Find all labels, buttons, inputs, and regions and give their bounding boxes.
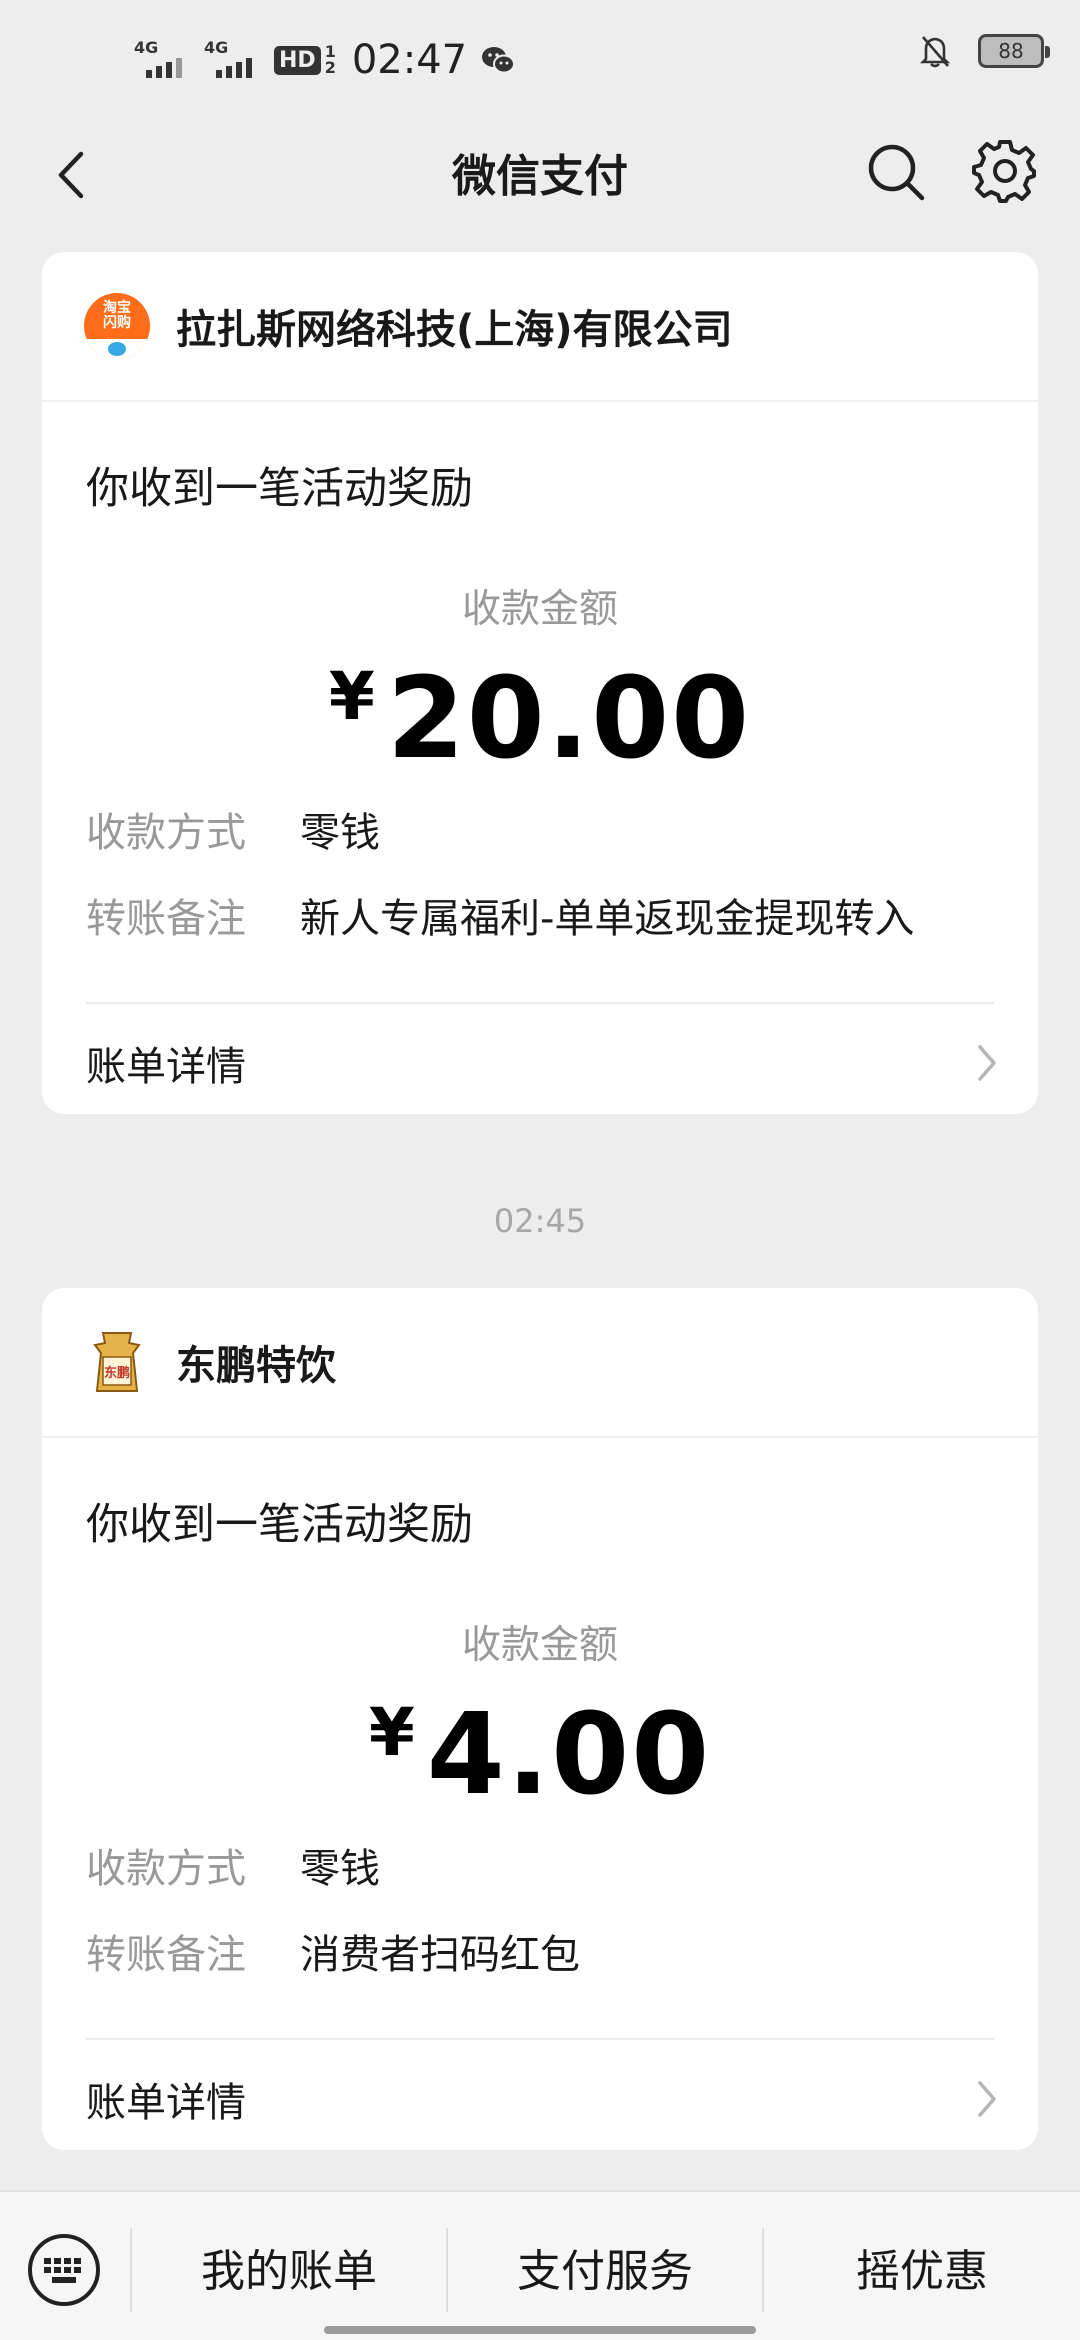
hd-sim-indicator: 1 2 [325,44,336,76]
transfer-note-row: 转账备注 消费者扫码红包 [86,1922,580,1980]
transfer-note-row: 转账备注 新人专属福利-单单返现金提现转入 [86,886,914,944]
divider [86,1002,994,1004]
amount: ¥4.00 [42,1690,1038,1820]
method-label: 收款方式 [86,810,246,856]
bottom-menu-bar: 我的账单 支付服务 摇优惠 [0,2190,1080,2340]
method-value: 零钱 [300,810,380,856]
status-time: 02:47 [351,37,468,83]
payment-method-row: 收款方式 零钱 [86,1836,380,1894]
amount: ¥20.00 [42,654,1038,784]
home-indicator[interactable] [324,2326,756,2334]
signal-1-label: 4G [134,38,159,57]
note-label: 转账备注 [86,896,246,942]
divider [86,2038,994,2040]
logo-text-line1: 淘宝 [103,300,131,316]
merchant-name: 东鹏特饮 [176,1343,336,1389]
search-icon[interactable] [864,140,928,204]
signal-2-label: 4G [204,38,229,57]
note-value: 新人专属福利-单单返现金提现转入 [300,896,915,942]
status-left: 4G 4G HD 1 2 02:47 [134,30,516,90]
battery-level: 88 [998,39,1024,63]
currency-symbol: ¥ [368,1694,415,1771]
hd-voice-icon: HD [274,45,321,75]
dongpeng-logo: 东鹏 [84,1329,150,1395]
battery-icon: 88 [978,34,1050,68]
nav-bar: 微信支付 [0,120,1080,230]
logo-text: 东鹏 [104,1365,130,1381]
amount-value: 4.00 [426,1690,712,1820]
card-title: 你收到一笔活动奖励 [86,1500,473,1550]
wechat-notification-icon [482,47,516,74]
currency-symbol: ¥ [328,658,375,735]
bill-details-label: 账单详情 [86,1044,246,1090]
tab-shake-deals[interactable]: 摇优惠 [764,2192,1080,2340]
payment-method-row: 收款方式 零钱 [86,800,380,858]
bill-details-link[interactable]: 账单详情 [86,1034,1002,1092]
amount-label: 收款金额 [461,1623,618,1668]
payment-card-1[interactable]: 淘宝 闪购 拉扎斯网络科技(上海)有限公司 你收到一笔活动奖励 收款金额 ¥20… [42,252,1038,1114]
wechat-pay-chat-screen: 4G 4G HD 1 2 02:47 88 微信支付 淘宝 闪购 拉扎斯网络科技… [0,0,1080,2340]
status-right: 88 [920,34,1050,68]
cellular-signal-2-icon: 4G [204,38,260,82]
chevron-right-icon [978,2081,996,2117]
chevron-right-icon [978,1045,996,1081]
bill-details-link[interactable]: 账单详情 [86,2070,1002,2128]
message-timestamp: 02:45 [493,1202,587,1240]
gear-icon[interactable] [972,138,1038,204]
status-bar: 4G 4G HD 1 2 02:47 88 [0,0,1080,120]
method-label: 收款方式 [86,1846,246,1892]
cellular-signal-1-icon: 4G [134,38,190,82]
note-label: 转账备注 [86,1932,246,1978]
keyboard-icon[interactable] [26,2232,102,2308]
card-2-header[interactable]: 东鹏 东鹏特饮 [42,1288,1038,1438]
bell-muted-icon [920,36,950,68]
amount-label: 收款金额 [461,587,618,632]
hd-sub-bottom: 2 [324,58,336,77]
payment-card-2[interactable]: 东鹏 东鹏特饮 你收到一笔活动奖励 收款金额 ¥4.00 收款方式 零钱 转账备… [42,1288,1038,2150]
bill-details-label: 账单详情 [86,2080,246,2126]
taobao-shangou-logo: 淘宝 闪购 [84,293,150,359]
card-1-header[interactable]: 淘宝 闪购 拉扎斯网络科技(上海)有限公司 [42,252,1038,402]
tab-my-bills[interactable]: 我的账单 [132,2192,446,2340]
note-value: 消费者扫码红包 [300,1932,580,1978]
method-value: 零钱 [300,1846,380,1892]
tab-payment-services[interactable]: 支付服务 [448,2192,762,2340]
card-title: 你收到一笔活动奖励 [86,464,473,514]
amount-value: 20.00 [386,654,752,784]
logo-text-line2: 闪购 [103,315,131,331]
merchant-name: 拉扎斯网络科技(上海)有限公司 [176,307,733,353]
